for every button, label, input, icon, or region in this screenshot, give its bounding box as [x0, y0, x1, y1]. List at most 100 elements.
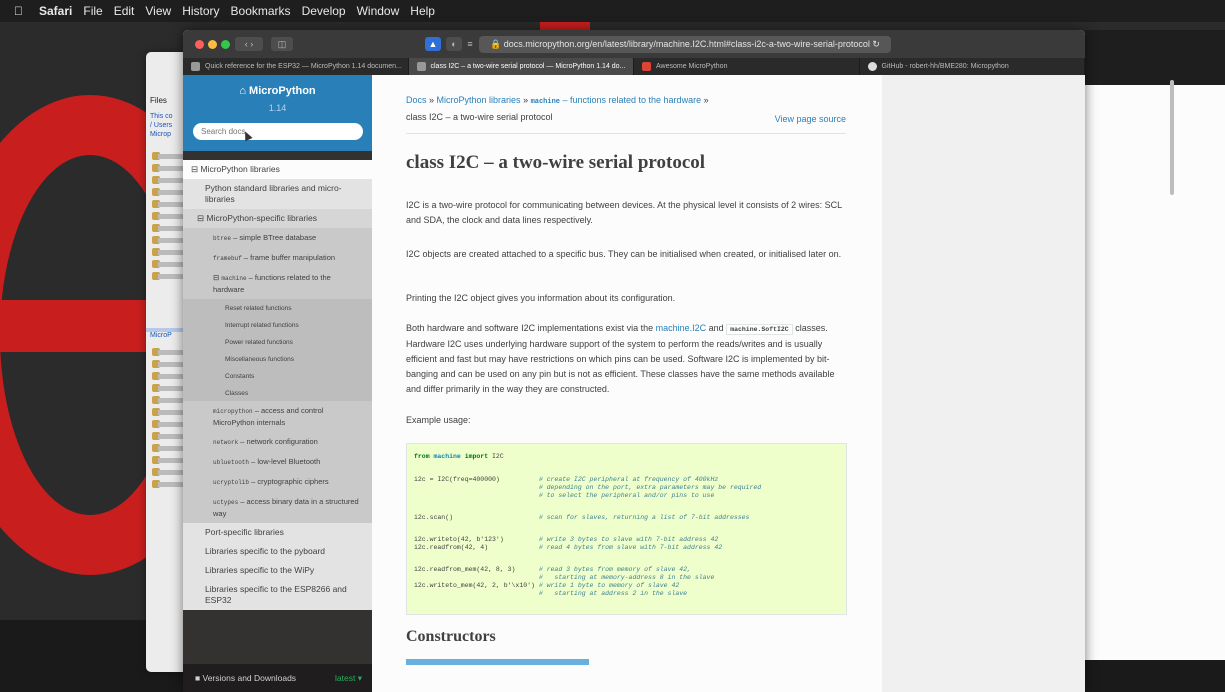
- sidebar-item[interactable]: ⊟ MicroPython libraries: [183, 160, 372, 179]
- menu-view[interactable]: View: [145, 4, 171, 18]
- tab-github-bme280[interactable]: GitHub - robert-hh/BME280: Micropython: [860, 58, 1085, 75]
- vertical-scrollbar[interactable]: [1170, 80, 1174, 195]
- menu-file[interactable]: File: [83, 4, 102, 18]
- menu-app-name[interactable]: Safari: [39, 4, 72, 18]
- sidebar-item[interactable]: Libraries specific to the pyboard: [183, 542, 372, 561]
- paragraph-implementations: Both hardware and software I2C implement…: [406, 323, 835, 394]
- file-icon[interactable]: [152, 456, 188, 464]
- favicon-icon: [416, 62, 426, 71]
- menu-bookmarks[interactable]: Bookmarks: [231, 4, 291, 18]
- main-content: Docs » MicroPython libraries » machine –…: [372, 75, 882, 692]
- file-icon[interactable]: [152, 348, 188, 356]
- menu-develop[interactable]: Develop: [302, 4, 346, 18]
- page-title: class I2C – a two-wire serial protocol: [406, 152, 706, 173]
- file-icon[interactable]: [152, 248, 188, 256]
- file-icon[interactable]: [152, 372, 188, 380]
- privacy-icon[interactable]: ◐: [446, 37, 462, 51]
- reader-icon[interactable]: ≡: [464, 37, 476, 51]
- file-icon[interactable]: [152, 408, 188, 416]
- file-icon[interactable]: [152, 272, 188, 280]
- search-input[interactable]: [193, 123, 363, 140]
- sidebar-item[interactable]: Constants: [183, 367, 372, 384]
- code-block: from machine import I2C i2c = I2C(freq=4…: [406, 443, 847, 615]
- sidebar-item[interactable]: Python standard libraries and micro-libr…: [183, 179, 372, 209]
- file-icon[interactable]: [152, 224, 188, 232]
- file-icon[interactable]: [152, 444, 188, 452]
- tab-awesome-micropython[interactable]: Awesome MicroPython: [634, 58, 860, 75]
- sidebar-item[interactable]: Libraries specific to the ESP8266 and ES…: [183, 580, 372, 610]
- file-icon[interactable]: [152, 236, 188, 244]
- file-icon[interactable]: [152, 468, 188, 476]
- file-icon[interactable]: [152, 200, 188, 208]
- sidebar-item[interactable]: Libraries specific to the WiPy: [183, 561, 372, 580]
- sidebar-item[interactable]: Power related functions: [183, 333, 372, 350]
- content-right-margin: [882, 75, 1085, 692]
- browser-toolbar: ‹ › ◫ ▲ ◐ ≡ 🔒 docs.micropython.org/en/la…: [183, 30, 1085, 58]
- device-section-label: MicroP: [150, 332, 172, 339]
- sidebar-item[interactable]: Port-specific libraries: [183, 523, 372, 542]
- sidebar-item[interactable]: Miscellaneous functions: [183, 350, 372, 367]
- view-page-source-link[interactable]: View page source: [775, 114, 846, 124]
- breadcrumb: Docs » MicroPython libraries » machine –…: [406, 95, 709, 106]
- sidebar-item[interactable]: framebuf – frame buffer manipulation: [183, 248, 372, 268]
- breadcrumb-machine[interactable]: machine – functions related to the hardw…: [531, 95, 702, 106]
- extension-icon[interactable]: ▲: [425, 37, 441, 51]
- sidebar-item[interactable]: micropython – access and control MicroPy…: [183, 401, 372, 432]
- versions-footer[interactable]: ■ Versions and Downloads latest ▾: [183, 664, 372, 692]
- sidebar-item[interactable]: Reset related functions: [183, 299, 372, 316]
- softi2c-code: machine.SoftI2C: [726, 324, 793, 335]
- paragraph-printing: Printing the I2C object gives you inform…: [406, 293, 676, 303]
- sidebar-item[interactable]: btree – simple BTree database: [183, 228, 372, 248]
- file-icon[interactable]: [152, 432, 188, 440]
- file-icon[interactable]: [152, 360, 188, 368]
- breadcrumb-libraries[interactable]: MicroPython libraries: [437, 95, 521, 105]
- file-icon[interactable]: [152, 176, 188, 184]
- tab-i2c-docs[interactable]: class I2C – a two-wire serial protocol —…: [408, 58, 634, 75]
- file-icon[interactable]: [152, 152, 188, 160]
- paragraph-example: Example usage:: [406, 415, 471, 425]
- sidebar-toggle-icon[interactable]: ◫: [271, 37, 293, 51]
- breadcrumb-docs[interactable]: Docs: [406, 95, 427, 105]
- sidebar-item[interactable]: ⊟ MicroPython-specific libraries: [183, 209, 372, 228]
- paragraph-intro: I2C is a two-wire protocol for communica…: [406, 200, 842, 225]
- versions-label: Versions and Downloads: [202, 673, 297, 683]
- tab-esp32-quickref[interactable]: Quick reference for the ESP32 — MicroPyt…: [183, 58, 409, 75]
- file-icon[interactable]: [152, 384, 188, 392]
- sidebar-item[interactable]: Classes: [183, 384, 372, 401]
- file-icon[interactable]: [152, 260, 188, 268]
- sidebar-item[interactable]: ⊟ machine – functions related to the har…: [183, 268, 372, 299]
- menu-help[interactable]: Help: [410, 4, 435, 18]
- favicon-icon: [191, 62, 200, 71]
- brand-logo[interactable]: ⌂ MicroPython: [183, 85, 372, 97]
- file-icon[interactable]: [152, 188, 188, 196]
- file-icon[interactable]: [152, 396, 188, 404]
- file-icon[interactable]: [152, 212, 188, 220]
- machine-i2c-link[interactable]: machine.I2C: [656, 323, 707, 333]
- back-forward-buttons[interactable]: ‹ ›: [235, 37, 263, 51]
- favicon-icon: [642, 62, 651, 71]
- path-label: This co / Users Microp: [150, 113, 173, 138]
- file-icon[interactable]: [152, 420, 188, 428]
- zoom-window-button[interactable]: [221, 40, 230, 49]
- file-icon[interactable]: [152, 480, 188, 488]
- close-window-button[interactable]: [195, 40, 204, 49]
- menu-edit[interactable]: Edit: [114, 4, 135, 18]
- sidebar-item[interactable]: uctypes – access binary data in a struct…: [183, 492, 372, 523]
- version-selector[interactable]: latest ▾: [335, 664, 362, 692]
- sidebar-item[interactable]: ucryptolib – cryptographic ciphers: [183, 472, 372, 492]
- sidebar-item[interactable]: ubluetooth – low-level Bluetooth: [183, 452, 372, 472]
- sidebar-item[interactable]: network – network configuration: [183, 432, 372, 452]
- apple-icon[interactable]: : [14, 4, 23, 18]
- docs-sidebar: ⌂ MicroPython 1.14 ⊟ MicroPython librari…: [183, 75, 372, 692]
- page-right-margin: [1085, 85, 1225, 660]
- menu-window[interactable]: Window: [357, 4, 400, 18]
- menu-history[interactable]: History: [182, 4, 219, 18]
- top-right-strip: [1085, 30, 1225, 85]
- url-bar[interactable]: 🔒 docs.micropython.org/en/latest/library…: [479, 36, 891, 53]
- file-icon[interactable]: [152, 164, 188, 172]
- minimize-window-button[interactable]: [208, 40, 217, 49]
- sidebar-item[interactable]: Interrupt related functions: [183, 316, 372, 333]
- paragraph-bus: I2C objects are created attached to a sp…: [406, 249, 842, 259]
- breadcrumb-current: class I2C – a two-wire serial protocol: [406, 112, 553, 122]
- section-heading-constructors: Constructors: [406, 628, 496, 645]
